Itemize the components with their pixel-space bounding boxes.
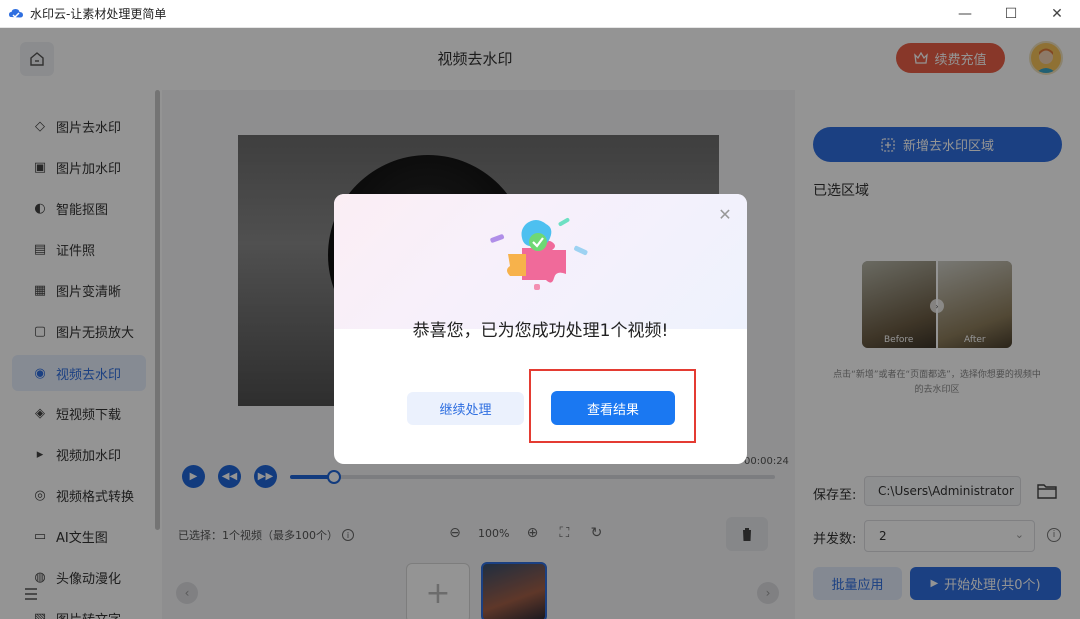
close-window-button[interactable]: ✕ (1034, 0, 1080, 28)
window-title: 水印云-让素材处理更简单 (30, 7, 167, 21)
success-message: 恭喜您，已为您成功处理1个视频! (412, 321, 669, 341)
close-icon: ✕ (718, 205, 732, 224)
puzzle-success-icon (490, 218, 588, 290)
close-dialog-button[interactable]: ✕ (718, 205, 732, 224)
app-logo-icon (9, 8, 23, 18)
annotation-highlight-box (529, 369, 696, 443)
continue-processing-button[interactable]: 继续处理 (407, 392, 524, 425)
maximize-button[interactable]: ☐ (988, 0, 1034, 28)
title-bar: 水印云-让素材处理更简单 — ☐ ✕ (0, 0, 1080, 28)
minimize-button[interactable]: — (942, 0, 988, 28)
